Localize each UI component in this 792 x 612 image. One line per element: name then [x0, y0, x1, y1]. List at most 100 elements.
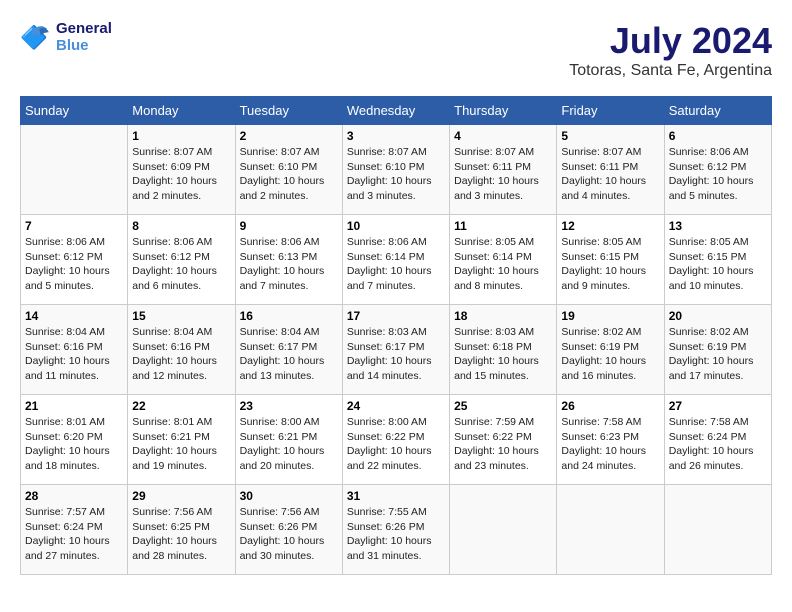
- header-cell-wednesday: Wednesday: [342, 97, 449, 125]
- day-number: 30: [240, 489, 338, 503]
- calendar-header: SundayMondayTuesdayWednesdayThursdayFrid…: [21, 97, 772, 125]
- calendar-cell: [557, 485, 664, 575]
- day-number: 5: [561, 129, 659, 143]
- calendar-cell: 3 Sunrise: 8:07 AMSunset: 6:10 PMDaylight…: [342, 125, 449, 215]
- day-number: 9: [240, 219, 338, 233]
- logo-icon: 🔷: [20, 21, 52, 53]
- calendar-cell: [21, 125, 128, 215]
- title-block: July 2024 Totoras, Santa Fe, Argentina: [569, 20, 772, 80]
- calendar-cell: 1 Sunrise: 8:07 AMSunset: 6:09 PMDaylight…: [128, 125, 235, 215]
- calendar-cell: [664, 485, 771, 575]
- day-info: Sunrise: 8:00 AMSunset: 6:21 PMDaylight:…: [240, 415, 338, 474]
- header-cell-tuesday: Tuesday: [235, 97, 342, 125]
- day-number: 11: [454, 219, 552, 233]
- day-number: 8: [132, 219, 230, 233]
- day-number: 7: [25, 219, 123, 233]
- day-info: Sunrise: 8:02 AMSunset: 6:19 PMDaylight:…: [669, 325, 767, 384]
- day-info: Sunrise: 8:06 AMSunset: 6:12 PMDaylight:…: [25, 235, 123, 294]
- day-number: 31: [347, 489, 445, 503]
- day-number: 2: [240, 129, 338, 143]
- day-number: 12: [561, 219, 659, 233]
- day-info: Sunrise: 7:56 AMSunset: 6:26 PMDaylight:…: [240, 505, 338, 564]
- day-number: 18: [454, 309, 552, 323]
- calendar-cell: 6Sunrise: 8:06 AMSunset: 6:12 PMDaylight…: [664, 125, 771, 215]
- calendar-cell: 16Sunrise: 8:04 AMSunset: 6:17 PMDayligh…: [235, 305, 342, 395]
- day-number: 23: [240, 399, 338, 413]
- day-info: Sunrise: 8:07 AMSunset: 6:11 PMDaylight:…: [454, 145, 552, 204]
- calendar-cell: 10 Sunrise: 8:06 AMSunset: 6:14 PMDayligh…: [342, 215, 449, 305]
- logo: 🔷 General Blue: [20, 20, 112, 54]
- day-info: Sunrise: 8:04 AMSunset: 6:16 PMDaylight:…: [132, 325, 230, 384]
- calendar-cell: 15Sunrise: 8:04 AMSunset: 6:16 PMDayligh…: [128, 305, 235, 395]
- day-info: Sunrise: 8:07 AMSunset: 6:10 PMDaylight:…: [347, 145, 445, 204]
- day-info: Sunrise: 8:02 AMSunset: 6:19 PMDaylight:…: [561, 325, 659, 384]
- day-number: 16: [240, 309, 338, 323]
- calendar-cell: 29Sunrise: 7:56 AMSunset: 6:25 PMDayligh…: [128, 485, 235, 575]
- week-row-4: 21Sunrise: 8:01 AMSunset: 6:20 PMDayligh…: [21, 395, 772, 485]
- day-info: Sunrise: 7:55 AMSunset: 6:26 PMDaylight:…: [347, 505, 445, 564]
- header-row: SundayMondayTuesdayWednesdayThursdayFrid…: [21, 97, 772, 125]
- calendar-cell: 19 Sunrise: 8:02 AMSunset: 6:19 PMDayligh…: [557, 305, 664, 395]
- calendar-cell: 13Sunrise: 8:05 AMSunset: 6:15 PMDayligh…: [664, 215, 771, 305]
- day-number: 28: [25, 489, 123, 503]
- calendar-cell: 27 Sunrise: 7:58 AMSunset: 6:24 PMDayligh…: [664, 395, 771, 485]
- calendar-cell: 24Sunrise: 8:00 AMSunset: 6:22 PMDayligh…: [342, 395, 449, 485]
- day-info: Sunrise: 8:06 AMSunset: 6:13 PMDaylight:…: [240, 235, 338, 294]
- day-number: 29: [132, 489, 230, 503]
- calendar-cell: [450, 485, 557, 575]
- calendar-cell: 28 Sunrise: 7:57 AMSunset: 6:24 PMDayligh…: [21, 485, 128, 575]
- calendar-cell: 18 Sunrise: 8:03 AMSunset: 6:18 PMDayligh…: [450, 305, 557, 395]
- day-info: Sunrise: 7:59 AMSunset: 6:22 PMDaylight:…: [454, 415, 552, 474]
- day-info: Sunrise: 8:05 AMSunset: 6:15 PMDaylight:…: [561, 235, 659, 294]
- calendar-cell: 31 Sunrise: 7:55 AMSunset: 6:26 PMDayligh…: [342, 485, 449, 575]
- calendar-cell: 14Sunrise: 8:04 AMSunset: 6:16 PMDayligh…: [21, 305, 128, 395]
- day-info: Sunrise: 8:07 AMSunset: 6:09 PMDaylight:…: [132, 145, 230, 204]
- calendar-cell: 17 Sunrise: 8:03 AMSunset: 6:17 PMDayligh…: [342, 305, 449, 395]
- calendar-cell: 30 Sunrise: 7:56 AMSunset: 6:26 PMDayligh…: [235, 485, 342, 575]
- day-info: Sunrise: 8:03 AMSunset: 6:18 PMDaylight:…: [454, 325, 552, 384]
- calendar-cell: 4Sunrise: 8:07 AMSunset: 6:11 PMDaylight…: [450, 125, 557, 215]
- day-number: 19: [561, 309, 659, 323]
- day-info: Sunrise: 8:03 AMSunset: 6:17 PMDaylight:…: [347, 325, 445, 384]
- header-cell-thursday: Thursday: [450, 97, 557, 125]
- day-info: Sunrise: 7:58 AMSunset: 6:24 PMDaylight:…: [669, 415, 767, 474]
- calendar-cell: 20Sunrise: 8:02 AMSunset: 6:19 PMDayligh…: [664, 305, 771, 395]
- day-info: Sunrise: 8:07 AMSunset: 6:11 PMDaylight:…: [561, 145, 659, 204]
- page-header: 🔷 General Blue July 2024 Totoras, Santa …: [20, 20, 772, 80]
- calendar-cell: 23 Sunrise: 8:00 AMSunset: 6:21 PMDayligh…: [235, 395, 342, 485]
- day-number: 27: [669, 399, 767, 413]
- calendar-cell: 8 Sunrise: 8:06 AMSunset: 6:12 PMDaylight…: [128, 215, 235, 305]
- day-number: 6: [669, 129, 767, 143]
- header-cell-monday: Monday: [128, 97, 235, 125]
- calendar-cell: 25Sunrise: 7:59 AMSunset: 6:22 PMDayligh…: [450, 395, 557, 485]
- day-number: 1: [132, 129, 230, 143]
- calendar-cell: 22Sunrise: 8:01 AMSunset: 6:21 PMDayligh…: [128, 395, 235, 485]
- week-row-1: 1 Sunrise: 8:07 AMSunset: 6:09 PMDaylight…: [21, 125, 772, 215]
- day-number: 13: [669, 219, 767, 233]
- calendar-body: 1 Sunrise: 8:07 AMSunset: 6:09 PMDaylight…: [21, 125, 772, 575]
- calendar-cell: 12 Sunrise: 8:05 AMSunset: 6:15 PMDayligh…: [557, 215, 664, 305]
- calendar-cell: 2Sunrise: 8:07 AMSunset: 6:10 PMDaylight…: [235, 125, 342, 215]
- day-number: 3: [347, 129, 445, 143]
- day-number: 24: [347, 399, 445, 413]
- week-row-2: 7 Sunrise: 8:06 AMSunset: 6:12 PMDaylight…: [21, 215, 772, 305]
- header-cell-saturday: Saturday: [664, 97, 771, 125]
- day-info: Sunrise: 7:57 AMSunset: 6:24 PMDaylight:…: [25, 505, 123, 564]
- calendar-cell: 7 Sunrise: 8:06 AMSunset: 6:12 PMDaylight…: [21, 215, 128, 305]
- day-info: Sunrise: 8:01 AMSunset: 6:21 PMDaylight:…: [132, 415, 230, 474]
- day-number: 26: [561, 399, 659, 413]
- calendar-cell: 26 Sunrise: 7:58 AMSunset: 6:23 PMDayligh…: [557, 395, 664, 485]
- day-info: Sunrise: 7:58 AMSunset: 6:23 PMDaylight:…: [561, 415, 659, 474]
- day-info: Sunrise: 8:06 AMSunset: 6:14 PMDaylight:…: [347, 235, 445, 294]
- calendar-cell: 21Sunrise: 8:01 AMSunset: 6:20 PMDayligh…: [21, 395, 128, 485]
- day-info: Sunrise: 8:06 AMSunset: 6:12 PMDaylight:…: [132, 235, 230, 294]
- header-cell-sunday: Sunday: [21, 97, 128, 125]
- day-number: 10: [347, 219, 445, 233]
- subtitle: Totoras, Santa Fe, Argentina: [569, 62, 772, 80]
- week-row-3: 14Sunrise: 8:04 AMSunset: 6:16 PMDayligh…: [21, 305, 772, 395]
- day-number: 17: [347, 309, 445, 323]
- main-title: July 2024: [569, 20, 772, 62]
- week-row-5: 28 Sunrise: 7:57 AMSunset: 6:24 PMDayligh…: [21, 485, 772, 575]
- calendar-cell: 9 Sunrise: 8:06 AMSunset: 6:13 PMDaylight…: [235, 215, 342, 305]
- calendar-cell: 5 Sunrise: 8:07 AMSunset: 6:11 PMDaylight…: [557, 125, 664, 215]
